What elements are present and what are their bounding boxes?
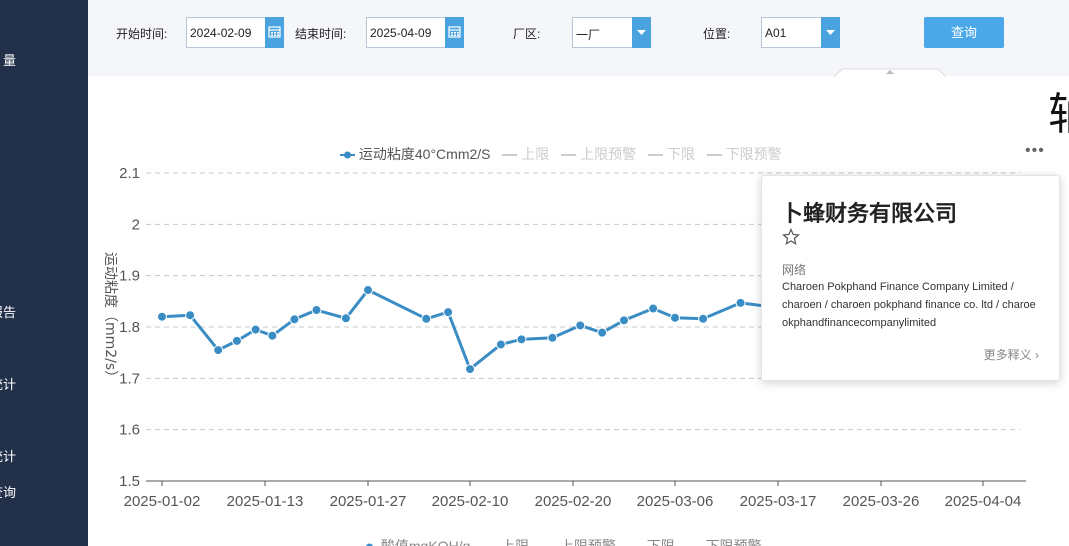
- x-tick-label: 2025-01-27: [330, 493, 407, 510]
- data-point: [421, 313, 432, 324]
- app-root: 量 报告 统计 统计 查询 开始时间: 2024-02-09 结束时间: 202…: [0, 0, 1069, 546]
- plant-label: 厂区:: [513, 27, 541, 41]
- data-point: [157, 311, 167, 322]
- data-point: [185, 310, 196, 321]
- legend-label: 下限预警: [705, 538, 762, 546]
- calendar-icon[interactable]: [445, 17, 464, 48]
- second-chart-legend: 酸值mgKOH/g 上限 上限预警 下限 下限预警: [362, 536, 761, 546]
- y-axis-label: 运动粘度（mm2/s）: [102, 252, 118, 384]
- plant-select-value: 一厂: [576, 28, 601, 42]
- sidebar-item[interactable]: 报告: [0, 302, 16, 321]
- legend-item-series[interactable]: 酸值mgKOH/g: [362, 538, 474, 546]
- y-tick-label: 2: [132, 216, 140, 233]
- collapse-tab[interactable]: [834, 68, 946, 77]
- x-tick-label: 2025-02-20: [535, 493, 612, 510]
- data-point: [231, 335, 242, 346]
- x-tick-label: 2025-03-26: [843, 493, 920, 510]
- dictionary-popup: 卜蜂财务有限公司 网络 Charoen Pokphand Finance Com…: [761, 175, 1060, 381]
- legend-line-icon: [687, 542, 702, 546]
- data-point: [619, 315, 629, 326]
- calendar-icon[interactable]: [265, 17, 284, 48]
- x-tick-label: 2025-02-10: [432, 493, 509, 510]
- data-point: [670, 312, 680, 323]
- data-point: [597, 327, 608, 338]
- legend-label: 下限: [646, 538, 675, 546]
- data-point: [340, 313, 351, 324]
- data-point: [516, 334, 527, 345]
- legend-line-icon: [482, 542, 497, 546]
- y-tick-label: 1.8: [119, 319, 140, 336]
- y-tick-label: 1.7: [119, 370, 140, 387]
- data-point: [363, 285, 373, 296]
- data-point: [575, 320, 586, 331]
- legend-line-icon: [541, 542, 556, 546]
- sidebar-item[interactable]: 统计: [0, 446, 16, 465]
- data-point: [465, 364, 475, 375]
- plant-select[interactable]: 一厂: [572, 17, 651, 48]
- legend-item-lower[interactable]: 下限: [628, 538, 679, 546]
- legend-label: 上限预警: [559, 538, 616, 546]
- chevron-down-icon[interactable]: [821, 17, 840, 48]
- chevron-down-icon[interactable]: [632, 17, 651, 48]
- x-tick-label: 2025-01-02: [124, 493, 201, 510]
- legend-label: 上限: [501, 538, 530, 546]
- data-point: [648, 303, 659, 314]
- sidebar-item[interactable]: 查询: [0, 482, 16, 501]
- data-point: [547, 332, 558, 343]
- end-date-value: 2025-04-09: [370, 26, 432, 40]
- star-icon[interactable]: [782, 228, 800, 246]
- end-time-label: 结束时间:: [295, 27, 347, 41]
- position-select[interactable]: A01: [761, 17, 840, 48]
- y-tick-label: 2.1: [119, 165, 140, 182]
- data-point: [495, 339, 506, 350]
- filter-bar: 开始时间: 2024-02-09 结束时间: 2025-04-09 厂区: 一厂…: [88, 0, 1069, 77]
- data-point: [443, 307, 454, 318]
- sidebar-item[interactable]: 统计: [0, 374, 16, 393]
- query-button[interactable]: 查询: [924, 17, 1004, 48]
- legend-item-upper-warn[interactable]: 上限预警: [541, 538, 620, 546]
- popup-description: Charoen Pokphand Finance Company Limited…: [782, 281, 1036, 329]
- y-tick-label: 1.5: [119, 473, 140, 490]
- position-label: 位置:: [703, 27, 731, 41]
- start-time-label: 开始时间:: [116, 27, 168, 41]
- position-select-value: A01: [765, 26, 787, 40]
- x-tick-label: 2025-03-06: [637, 493, 714, 510]
- more-definitions-label: 更多释义: [983, 348, 1032, 362]
- legend-line-icon: [628, 542, 643, 546]
- popup-title: 卜蜂财务有限公司: [781, 201, 958, 226]
- data-point: [311, 305, 322, 316]
- data-point: [698, 313, 709, 324]
- y-tick-label: 1.6: [119, 422, 140, 439]
- start-date-field[interactable]: 2024-02-09: [186, 17, 284, 48]
- more-definitions-link[interactable]: 更多释义 ›: [984, 346, 1039, 363]
- start-date-value: 2024-02-09: [190, 26, 252, 40]
- sidebar-item[interactable]: 量: [3, 50, 16, 69]
- legend-line-dot-icon: [366, 543, 373, 546]
- legend-item-lower-warn[interactable]: 下限预警: [687, 538, 762, 546]
- data-point: [735, 297, 746, 308]
- chevron-right-icon: ›: [1035, 348, 1039, 362]
- x-tick-label: 2025-03-17: [740, 493, 817, 510]
- x-tick-label: 2025-01-13: [227, 493, 304, 510]
- data-point: [289, 314, 300, 325]
- legend-label: 酸值mgKOH/g: [380, 538, 471, 546]
- data-point: [267, 330, 278, 341]
- y-tick-label: 1.9: [119, 268, 140, 285]
- x-tick-label: 2025-04-04: [945, 493, 1022, 510]
- end-date-field[interactable]: 2025-04-09: [366, 17, 464, 48]
- data-point: [213, 345, 224, 356]
- sidebar: 量 报告 统计 统计 查询: [0, 0, 88, 546]
- legend-item-upper[interactable]: 上限: [482, 538, 533, 546]
- popup-category: 网络: [782, 263, 807, 277]
- data-point: [250, 324, 261, 335]
